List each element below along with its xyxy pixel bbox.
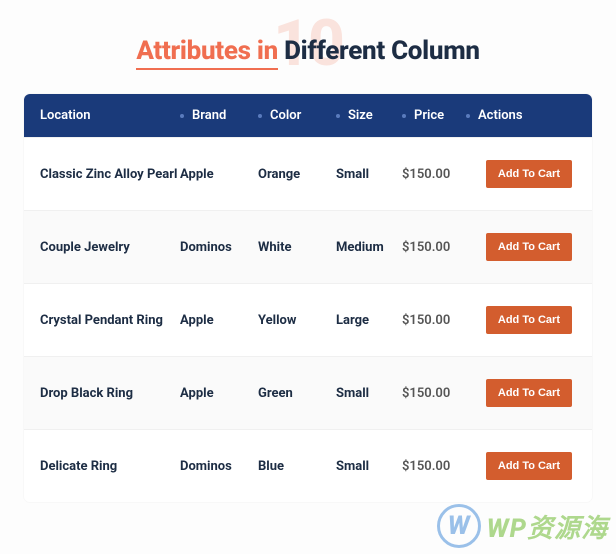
cell-color: Blue (258, 459, 336, 474)
table-row: Crystal Pendant Ring Apple Yellow Large … (24, 283, 592, 356)
col-header-actions: Actions (466, 108, 576, 123)
cell-brand: Apple (180, 167, 258, 182)
col-header-brand[interactable]: Brand (180, 108, 258, 123)
cell-location: Delicate Ring (40, 459, 180, 474)
col-header-size-label: Size (348, 108, 373, 123)
table-row: Classic Zinc Alloy Pearl Apple Orange Sm… (24, 137, 592, 210)
col-header-price-label: Price (414, 108, 444, 123)
cell-brand: Dominos (180, 459, 258, 474)
cell-size: Small (336, 386, 402, 401)
table-header: Location Brand Color Size Price Actions (24, 94, 592, 137)
cell-size: Small (336, 167, 402, 182)
cell-size: Medium (336, 240, 402, 255)
cell-color: White (258, 240, 336, 255)
cell-price: $150.00 (402, 240, 466, 255)
heading-title: Attributes in Different Column (0, 18, 616, 66)
cell-location: Drop Black Ring (40, 386, 180, 401)
cell-price: $150.00 (402, 386, 466, 401)
cell-size: Small (336, 459, 402, 474)
cell-location: Couple Jewelry (40, 240, 180, 255)
heading-accent: Attributes in (136, 36, 278, 70)
col-header-size[interactable]: Size (336, 108, 402, 123)
cell-color: Orange (258, 167, 336, 182)
watermark-w: W (448, 511, 470, 541)
bullet-icon (336, 114, 340, 118)
cell-price: $150.00 (402, 167, 466, 182)
add-to-cart-button[interactable]: Add To Cart (486, 233, 572, 261)
product-table: Location Brand Color Size Price Actions … (24, 94, 592, 502)
add-to-cart-button[interactable]: Add To Cart (486, 306, 572, 334)
cell-brand: Dominos (180, 240, 258, 255)
add-to-cart-button[interactable]: Add To Cart (486, 452, 572, 480)
bullet-icon (466, 114, 470, 118)
cell-brand: Apple (180, 386, 258, 401)
watermark-logo-icon: W (437, 504, 481, 548)
table-row: Delicate Ring Dominos Blue Small $150.00… (24, 429, 592, 502)
cell-location: Crystal Pendant Ring (40, 313, 180, 328)
cell-location: Classic Zinc Alloy Pearl (40, 167, 180, 182)
cell-brand: Apple (180, 313, 258, 328)
cell-color: Green (258, 386, 336, 401)
table-row: Couple Jewelry Dominos White Medium $150… (24, 210, 592, 283)
watermark-text: WP资源海 (487, 508, 608, 545)
cell-size: Large (336, 313, 402, 328)
col-header-actions-label: Actions (478, 108, 523, 123)
add-to-cart-button[interactable]: Add To Cart (486, 160, 572, 188)
section-heading: 10 Attributes in Different Column (0, 18, 616, 78)
bullet-icon (258, 114, 262, 118)
cell-price: $150.00 (402, 459, 466, 474)
cell-color: Yellow (258, 313, 336, 328)
col-header-color-label: Color (270, 108, 301, 123)
bullet-icon (402, 114, 406, 118)
col-header-location[interactable]: Location (40, 108, 180, 123)
add-to-cart-button[interactable]: Add To Cart (486, 379, 572, 407)
watermark: W WP资源海 (437, 504, 608, 548)
cell-price: $150.00 (402, 313, 466, 328)
col-header-color[interactable]: Color (258, 108, 336, 123)
bullet-icon (180, 114, 184, 118)
table-row: Drop Black Ring Apple Green Small $150.0… (24, 356, 592, 429)
col-header-brand-label: Brand (192, 108, 226, 123)
heading-rest: Different Column (278, 36, 480, 66)
col-header-price[interactable]: Price (402, 108, 466, 123)
